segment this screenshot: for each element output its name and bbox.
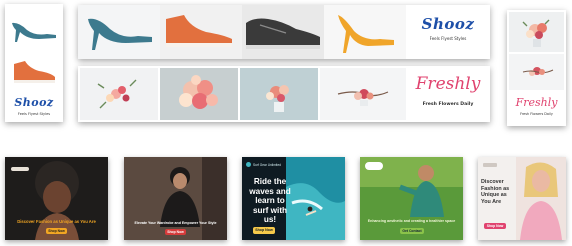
brand-mark — [11, 167, 29, 171]
freshly-logo: Freshly — [515, 96, 558, 109]
shooz-logo: Shooz — [421, 15, 475, 33]
flower-cell-a — [80, 68, 158, 120]
get-contact-button[interactable]: Get Contact — [400, 228, 424, 234]
bouquet-icon — [522, 19, 550, 47]
freshly-logo: Freshly — [415, 74, 481, 94]
orange-sneaker-icon — [166, 15, 232, 47]
shooz-tagline: Feels Flyest Styles — [429, 36, 467, 41]
flower-vertical-banner[interactable]: Freshly Fresh Flowers Daily — [507, 10, 566, 126]
bouquet-icon — [97, 79, 137, 109]
badge-label: Surf Gear Unlimited — [253, 162, 281, 167]
bouquet-icon — [522, 67, 554, 76]
flower-horizontal-banner[interactable]: Freshly Fresh Flowers Daily — [78, 66, 490, 122]
fashion-ad-2[interactable]: Elevate Your Wardrobe and Empower Your S… — [124, 157, 227, 240]
bouquet-icon — [179, 75, 218, 109]
surf-ad[interactable]: Surf Gear Unlimited Ride the waves and l… — [242, 157, 345, 240]
ad-headline: Ride the waves and learn to surf with us… — [249, 177, 291, 225]
shoe-horizontal-banner[interactable]: Shooz Feels Flyest Styles — [78, 5, 490, 59]
fashion-ad-1[interactable]: Discover Fashion as Unique as You Are Sh… — [5, 157, 108, 240]
shoe-cell-orange-sneaker — [160, 5, 242, 59]
orange-sneaker-image — [14, 61, 55, 83]
bouquet-icon — [337, 89, 389, 106]
blue-heel-image — [12, 22, 56, 42]
flower-cell-logo: Freshly Fresh Flowers Daily — [509, 92, 564, 124]
black-sneaker-icon — [246, 18, 320, 49]
flower-cell-2 — [509, 54, 564, 90]
shoe-cell-yellow-heel — [324, 5, 406, 59]
model-portrait-image — [516, 157, 566, 240]
shop-now-button[interactable]: Shop Now — [484, 223, 506, 229]
shoe-vertical-banner[interactable]: Shooz Feels Flyest Styles — [5, 4, 63, 122]
shop-now-button[interactable]: Shop Now — [165, 229, 186, 235]
brand-badge: Surf Gear Unlimited — [246, 162, 281, 167]
surfer-wave-image — [286, 157, 345, 240]
ad-headline: Discover Fashion as Unique as You Are — [481, 179, 510, 205]
ad-headline: Enhancing aesthetic and creating a healt… — [367, 219, 456, 223]
ad-headline: Elevate Your Wardrobe and Empower Your S… — [134, 221, 217, 225]
shooz-logo: Shooz — [14, 96, 54, 109]
freshly-tagline: Fresh Flowers Daily — [520, 112, 553, 116]
yellow-heel-icon — [338, 15, 394, 53]
landscaping-ad[interactable]: Enhancing aesthetic and creating a healt… — [360, 157, 463, 240]
shoe-cell-logo: Shooz Feels Flyest Styles — [406, 5, 490, 59]
shop-now-button[interactable]: Shop Now — [46, 228, 67, 234]
brand-badge — [365, 162, 383, 170]
shoe-cell-black-sneaker — [242, 5, 324, 59]
shop-now-button[interactable]: Shop Now — [253, 227, 275, 234]
model-portrait-image — [124, 157, 227, 240]
flower-cell-c — [240, 68, 318, 120]
shoe-cell-blue-heel — [78, 5, 160, 59]
flower-cell-logo: Freshly Fresh Flowers Daily — [408, 68, 488, 120]
bouquet-icon — [240, 68, 318, 120]
flower-cell-d — [320, 68, 406, 120]
brand-mark — [483, 163, 497, 167]
shooz-tagline: Feels Flyest Styles — [17, 112, 51, 116]
flower-cell-1 — [509, 12, 564, 52]
flower-cell-b — [160, 68, 238, 120]
badge-dot-icon — [246, 162, 251, 167]
fashion-ad-3[interactable]: Discover Fashion as Unique as You Are Sh… — [478, 157, 566, 240]
freshly-tagline: Fresh Flowers Daily — [422, 102, 474, 107]
blue-heel-icon — [88, 18, 152, 50]
ad-headline: Discover Fashion as Unique as You Are — [17, 219, 96, 224]
